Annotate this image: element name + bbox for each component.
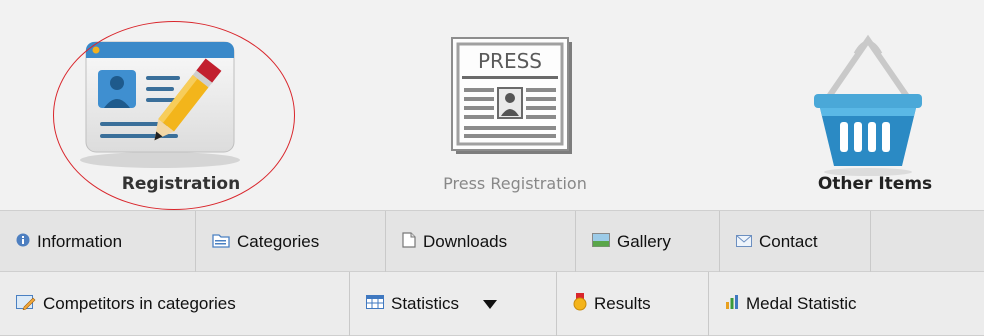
nav-contact[interactable]: Contact	[720, 211, 871, 273]
other-items-label: Other Items	[817, 174, 933, 194]
basket-icon	[814, 34, 922, 176]
nav-statistics[interactable]: Statistics	[350, 272, 557, 336]
registration-label: Registration	[121, 174, 241, 194]
folder-icon	[212, 232, 230, 253]
nav-results[interactable]: Results	[557, 272, 709, 336]
nav-information[interactable]: Information	[0, 211, 196, 273]
press-registration-label: Press Registration	[443, 174, 587, 193]
medal-icon	[573, 292, 587, 316]
nav-competitors-label: Competitors in categories	[43, 294, 236, 313]
nav-statistics-label: Statistics	[391, 294, 460, 313]
document-icon	[402, 231, 416, 253]
bar-chart-icon	[725, 294, 739, 314]
table-icon	[366, 294, 384, 314]
nav-categories[interactable]: Categories	[196, 211, 386, 273]
nav-results-label: Results	[594, 294, 651, 313]
nav-medal-statistic-label: Medal Statistic	[746, 294, 857, 313]
nav-categories-label: Categories	[237, 232, 320, 251]
press-registration-tile[interactable]: PRESS Press Registration	[390, 0, 640, 209]
other-items-tile[interactable]: Other Items	[780, 0, 970, 209]
press-newspaper-icon: PRESS	[451, 37, 572, 154]
nav-competitors-in-categories[interactable]: Competitors in categories	[0, 272, 350, 336]
registration-card-icon	[80, 41, 240, 168]
chevron-down-icon[interactable]	[483, 299, 498, 309]
nav-information-label: Information	[37, 232, 123, 251]
tile-row: Registration PRESS Press Registration Ot…	[0, 0, 984, 210]
press-icon-text: PRESS	[478, 49, 542, 73]
nav-contact-label: Contact	[759, 232, 818, 251]
envelope-icon	[736, 232, 752, 252]
registration-tile[interactable]: Registration	[60, 0, 302, 209]
info-icon	[16, 232, 30, 252]
image-icon	[592, 232, 610, 252]
nav-gallery-label: Gallery	[617, 232, 671, 251]
nav-medal-statistic[interactable]: Medal Statistic	[709, 272, 909, 336]
nav-downloads-label: Downloads	[423, 232, 508, 251]
nav-gallery[interactable]: Gallery	[576, 211, 720, 273]
primary-nav: Information Categories Downloads Gallery…	[0, 210, 984, 273]
nav-downloads[interactable]: Downloads	[386, 211, 576, 273]
edit-list-icon	[16, 294, 36, 315]
secondary-nav: Competitors in categories Statistics Res…	[0, 272, 984, 336]
